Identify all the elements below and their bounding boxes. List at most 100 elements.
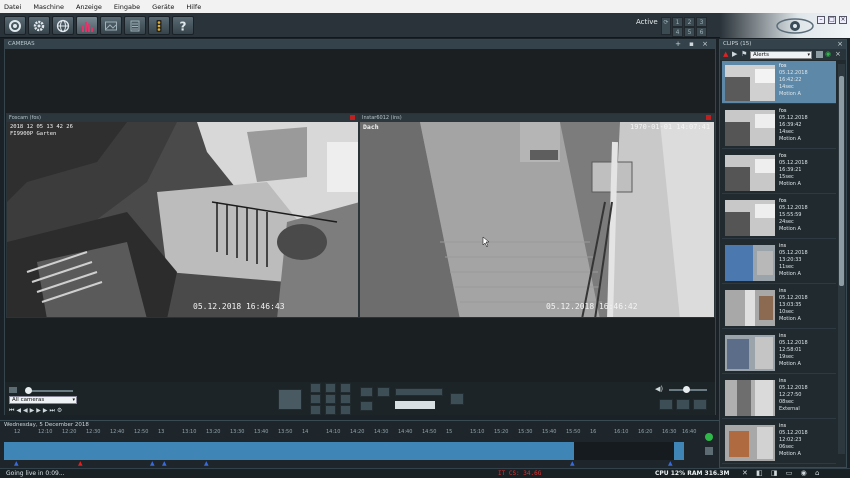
event-marker[interactable]: ▲ xyxy=(668,460,673,467)
menu-hilfe[interactable]: Hilfe xyxy=(186,3,201,11)
ptz-up-right-button[interactable] xyxy=(340,383,351,393)
camera-title: Foscam (fos) xyxy=(9,115,41,121)
clip-item[interactable]: fos 05.12.2018 16:39:42 14sec Motion A xyxy=(722,106,836,149)
clips-filter-select[interactable]: Alerts ▾ xyxy=(750,51,812,59)
clip-item[interactable]: ins 05.12.2018 12:02:23 06sec Motion A xyxy=(722,421,836,464)
panel-window-controls[interactable]: + ▪ × xyxy=(675,40,711,49)
camera-filter-select[interactable]: All cameras ▾ xyxy=(9,396,77,404)
play-icon[interactable]: ▶ xyxy=(732,50,737,58)
minimize-icon[interactable]: – xyxy=(817,16,825,24)
ptz-down-right-button[interactable] xyxy=(340,405,351,415)
zoom-in-button[interactable] xyxy=(360,387,373,397)
clip-item[interactable]: fos 05.12.2018 16:39:21 15sec Motion A xyxy=(722,151,836,194)
timeline-tick: 16:20 xyxy=(638,429,653,435)
clips-scrollbar[interactable] xyxy=(838,64,845,454)
layout-button-1[interactable]: 1 xyxy=(672,17,683,27)
close-icon[interactable]: × xyxy=(839,16,847,24)
gear-icon[interactable] xyxy=(28,16,50,35)
menu-maschine[interactable]: Maschine xyxy=(33,3,64,11)
zoom-slider-knob[interactable] xyxy=(25,387,32,394)
clip-item[interactable]: ins 05.12.2018 13:20:33 11sec Motion A xyxy=(722,241,836,284)
event-marker[interactable]: ▲ xyxy=(150,460,155,467)
refresh-icon[interactable]: ◉ xyxy=(825,50,831,58)
clip-item[interactable]: ins 05.12.2018 12:27:50 08sec External xyxy=(722,376,836,419)
record-icon[interactable] xyxy=(706,115,711,120)
camera-view-foscam[interactable]: Foscam (fos) 2018 12 05 13 42 26 FI9900P… xyxy=(6,113,359,318)
focus-button[interactable] xyxy=(377,387,390,397)
record-icon[interactable] xyxy=(350,115,355,120)
calendar-icon[interactable] xyxy=(816,51,823,58)
preset-buttons[interactable] xyxy=(395,388,443,396)
ptz-down-left-button[interactable] xyxy=(310,405,321,415)
event-marker[interactable]: ▲ xyxy=(162,460,167,467)
tray-icons[interactable]: ✕ ◧ ◨ ▭ ◉ ⌂ xyxy=(742,469,822,477)
fullscreen-button[interactable] xyxy=(450,393,464,405)
stats-icon[interactable] xyxy=(76,16,98,35)
alert-marker[interactable]: ▲ xyxy=(78,460,83,467)
ptz-up-button[interactable] xyxy=(325,383,336,393)
clip-duration: 19sec xyxy=(779,354,794,360)
globe-icon[interactable] xyxy=(52,16,74,35)
event-marker[interactable]: ▲ xyxy=(204,460,209,467)
playback-controls[interactable]: ⏮◀◀▶▶▶⏭⚙ xyxy=(9,407,79,414)
menu-datei[interactable]: Datei xyxy=(4,3,21,11)
preset-select[interactable] xyxy=(395,401,435,409)
clips-panel: CLIPS (15) × ▲ ▶ ⚑ Alerts ▾ ◉ × fos 05.12… xyxy=(719,39,847,468)
alert-icon[interactable]: ▲ xyxy=(723,50,728,58)
ptz-left-button[interactable] xyxy=(310,394,321,404)
refresh-icon[interactable]: ⟳ xyxy=(661,17,671,35)
clip-type: Motion A xyxy=(779,226,801,232)
osd-camera-name: FI9900P Garten xyxy=(10,131,57,137)
menu-geraete[interactable]: Geräte xyxy=(152,3,174,11)
download-button[interactable] xyxy=(693,399,707,410)
event-marker[interactable]: ▲ xyxy=(14,460,19,467)
clip-date: 05.12.2018 xyxy=(779,340,808,346)
ptz-home-button[interactable] xyxy=(278,389,302,410)
recording-track-live[interactable] xyxy=(674,442,684,460)
clip-item[interactable]: ins 05.12.2018 12:58:01 19sec Motion A xyxy=(722,331,836,374)
calendar-icon[interactable] xyxy=(705,447,713,455)
timeline-tick: 15:50 xyxy=(566,429,581,435)
traffic-light-icon[interactable] xyxy=(148,16,170,35)
layout-button-2[interactable]: 2 xyxy=(684,17,695,27)
mic-button[interactable] xyxy=(676,399,690,410)
speaker-button[interactable] xyxy=(659,399,673,410)
ptz-center-button[interactable] xyxy=(325,394,336,404)
zoom-slider[interactable] xyxy=(27,390,73,392)
help-icon[interactable]: ? xyxy=(172,16,194,35)
layout-button-4[interactable]: 4 xyxy=(672,27,683,37)
zoom-out-button[interactable] xyxy=(360,401,373,411)
layout-button-5[interactable]: 5 xyxy=(684,27,695,37)
maximize-icon[interactable]: □ xyxy=(828,16,836,24)
timeline-tick: 14:50 xyxy=(422,429,437,435)
camera-icon[interactable] xyxy=(4,16,26,35)
live-indicator-icon[interactable] xyxy=(705,433,713,441)
clip-time: 12:27:50 xyxy=(779,392,802,398)
clip-item[interactable]: fos 05.12.2018 15:55:59 24sec Motion A xyxy=(722,196,836,239)
menu-eingabe[interactable]: Eingabe xyxy=(114,3,140,11)
layout-button-6[interactable]: 6 xyxy=(696,27,707,37)
layout-button-3[interactable]: 3 xyxy=(696,17,707,27)
clips-scrollbar-thumb[interactable] xyxy=(839,76,844,286)
volume-icon[interactable]: ◀) xyxy=(655,385,663,393)
close-icon[interactable]: × xyxy=(837,40,843,49)
ptz-down-button[interactable] xyxy=(325,405,336,415)
delete-icon[interactable]: × xyxy=(835,50,841,58)
flag-icon[interactable]: ⚑ xyxy=(741,50,747,58)
list-icon[interactable] xyxy=(124,16,146,35)
event-marker[interactable]: ▲ xyxy=(570,460,575,467)
volume-slider-knob[interactable] xyxy=(683,386,690,393)
menu-anzeige[interactable]: Anzeige xyxy=(76,3,102,11)
ptz-up-left-button[interactable] xyxy=(310,383,321,393)
ptz-right-button[interactable] xyxy=(340,394,351,404)
clip-item[interactable]: fos 05.12.2018 16:42:22 14sec Motion A xyxy=(722,61,836,104)
clip-item[interactable]: ins 05.12.2018 13:03:35 10sec Motion A xyxy=(722,286,836,329)
image-icon[interactable] xyxy=(100,16,122,35)
layout-toggle-icon[interactable] xyxy=(9,387,17,393)
timeline-tick: 14 xyxy=(302,429,309,435)
osd-timestamp-bottom: 05.12.2018 16:46:43 xyxy=(193,302,285,311)
clip-type: External xyxy=(779,406,800,412)
timeline-tick: 13:40 xyxy=(254,429,269,435)
camera-view-instar[interactable]: Instar6012 (ins) Dach 1970-01-01 14:07:4… xyxy=(359,113,715,318)
recording-track[interactable] xyxy=(4,442,574,460)
